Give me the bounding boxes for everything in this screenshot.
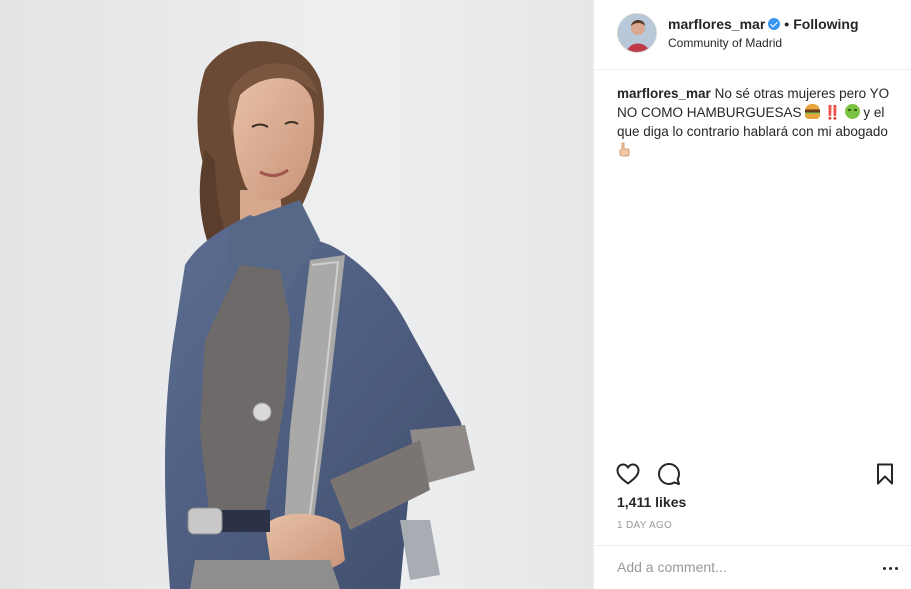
post-timestamp[interactable]: 1 DAY AGO [617, 520, 672, 531]
heart-outline-icon [616, 463, 640, 485]
more-options-dot [888, 566, 892, 570]
save-button[interactable] [871, 460, 899, 488]
post-header: marflores_mar • Following Community of Mad… [594, 0, 911, 70]
avatar[interactable] [617, 13, 657, 53]
more-options-icon [882, 566, 886, 570]
add-comment-section [594, 545, 911, 589]
bookmark-icon [877, 463, 893, 485]
comment-bubble-icon [658, 463, 680, 485]
location-link[interactable]: Community of Madrid [668, 36, 782, 50]
more-options-dot [894, 566, 898, 570]
more-options-button[interactable] [880, 560, 900, 576]
likes-count[interactable]: 1,411 likes [617, 494, 686, 510]
burger-emoji-icon [805, 104, 821, 119]
post-header-info: marflores_mar • Following [668, 16, 859, 32]
verified-badge-icon [768, 18, 781, 30]
caption-exclamation: ‼️ [824, 105, 841, 120]
sick-face-emoji-icon [844, 104, 860, 119]
comment-input[interactable] [617, 557, 857, 577]
avatar-image [618, 14, 656, 52]
post-photo[interactable] [0, 0, 593, 589]
separator-dot: • [784, 16, 790, 32]
following-button[interactable]: Following [793, 16, 858, 32]
post-image [0, 0, 593, 589]
post-side-panel: marflores_mar • Following Community of Mad… [593, 0, 911, 589]
comment-button[interactable] [655, 460, 683, 488]
like-button[interactable] [614, 460, 642, 488]
post-caption: marflores_mar No sé otras mujeres pero Y… [617, 84, 897, 160]
post-actions [594, 456, 911, 492]
username-link[interactable]: marflores_mar [668, 16, 765, 32]
caption-username-link[interactable]: marflores_mar [617, 86, 711, 101]
pointing-hand-emoji-icon [617, 142, 632, 157]
